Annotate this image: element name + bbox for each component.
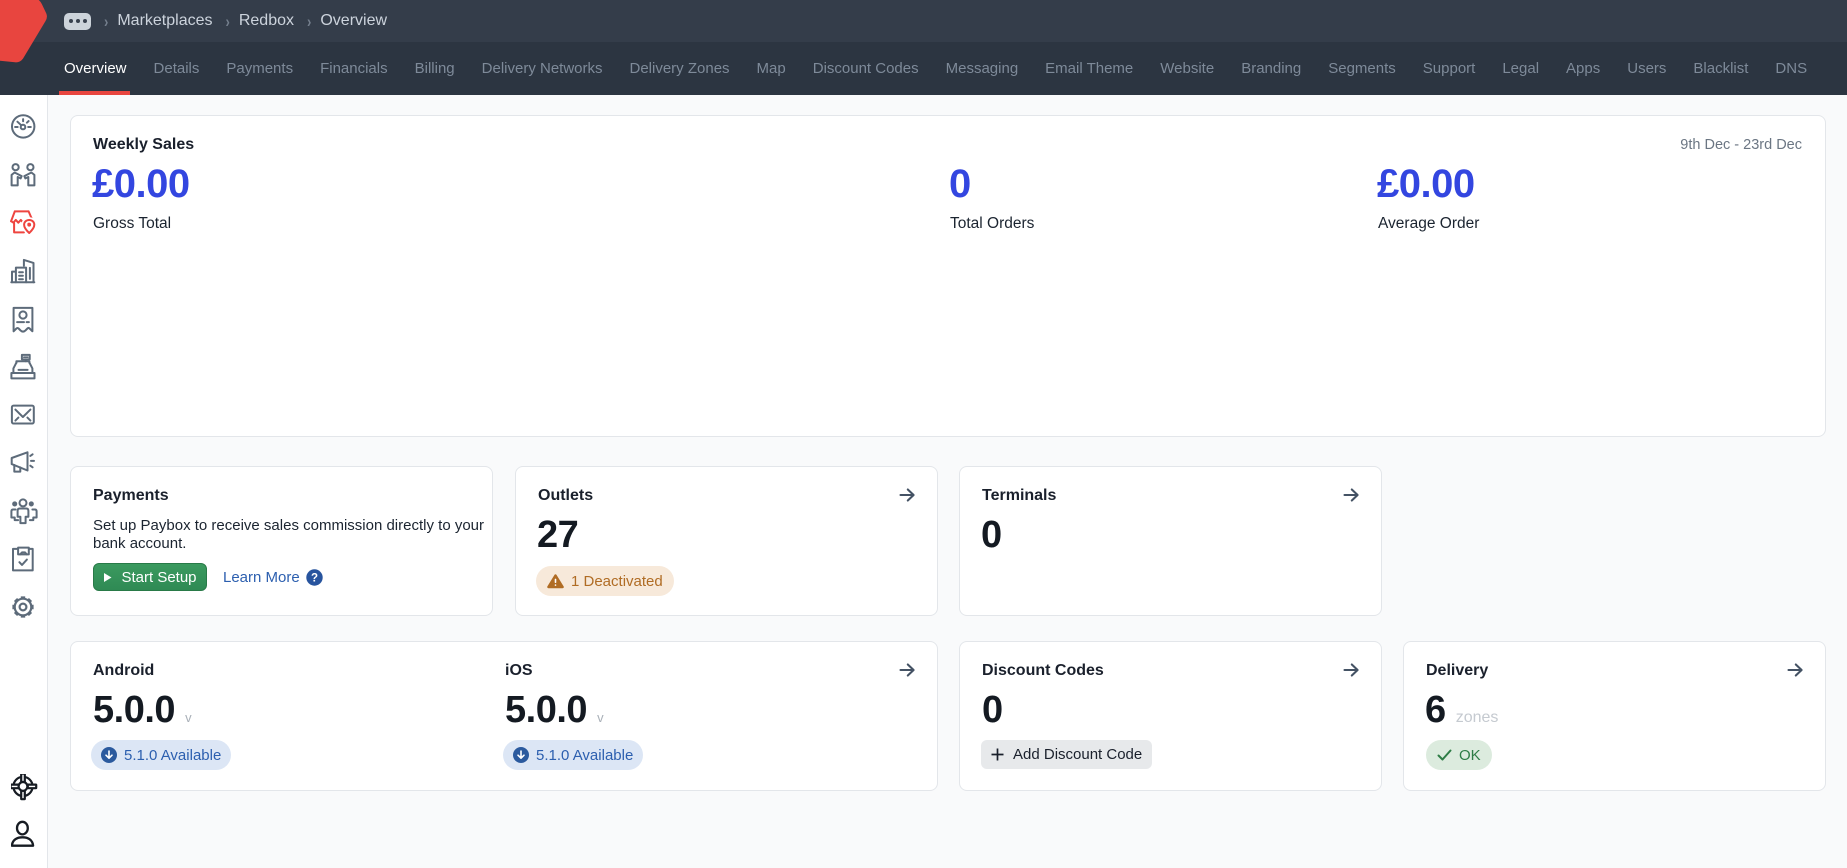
svg-text:?: ? — [311, 572, 318, 584]
